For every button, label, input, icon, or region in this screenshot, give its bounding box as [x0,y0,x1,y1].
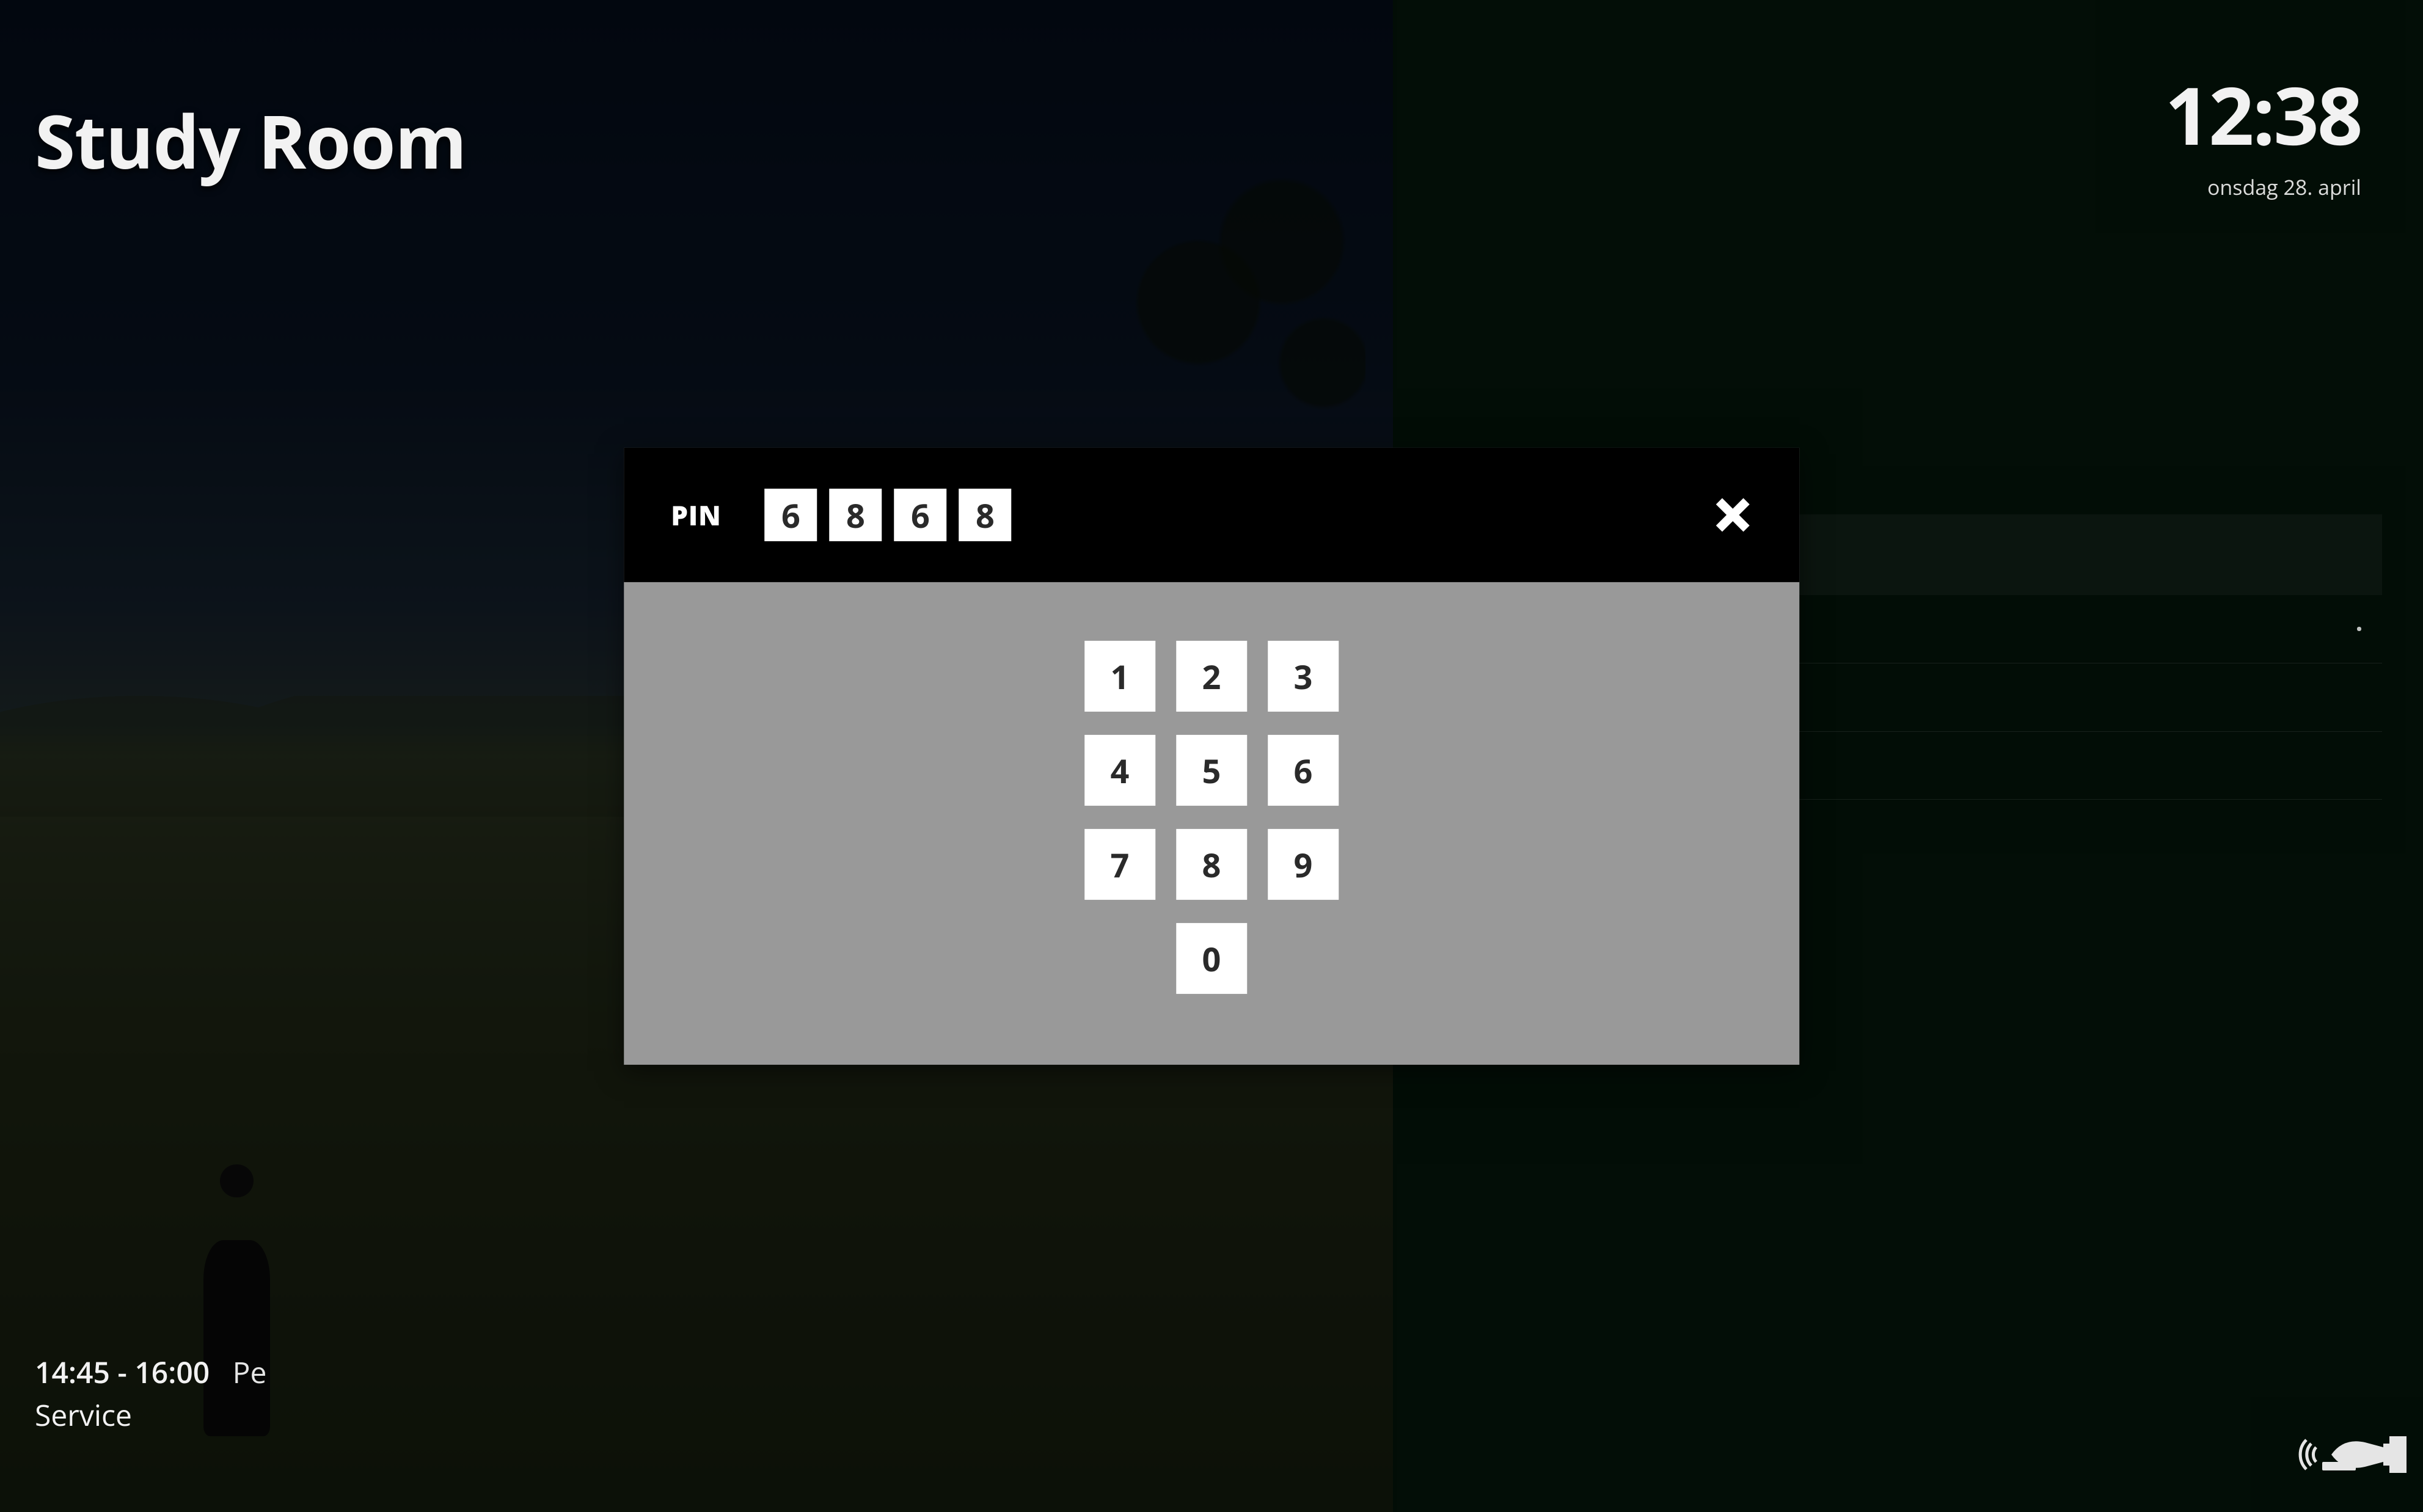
keypad-key-5[interactable]: 5 [1176,735,1247,806]
agenda-row-indicator-dot [2357,627,2361,630]
keypad-key-2[interactable]: 2 [1176,641,1247,712]
keypad-key-6[interactable]: 6 [1268,735,1339,806]
keypad-key-7[interactable]: 7 [1084,829,1155,900]
keypad: 1234567890 [624,582,1799,1065]
keypad-row: 456 [1084,735,1339,806]
pin-modal: PIN 6 8 6 8 1234567890 [624,447,1799,1064]
pin-header: PIN 6 8 6 8 [624,447,1799,582]
pin-digits: 6 8 6 8 [764,489,1011,541]
pin-digit-1: 6 [764,489,817,541]
keypad-key-8[interactable]: 8 [1176,829,1247,900]
keypad-row: 123 [1084,641,1339,712]
clock-time: 12:38 [2165,60,2361,169]
screen: Study Room 14:45 - 16:00 Pe Service 12:3… [0,0,2423,1512]
keypad-row: 0 [1176,923,1247,994]
close-icon [1713,495,1752,535]
keypad-row: 789 [1084,829,1339,900]
clock-date: onsdag 28. april [2165,173,2361,201]
keypad-key-4[interactable]: 4 [1084,735,1155,806]
keypad-key-3[interactable]: 3 [1268,641,1339,712]
keypad-key-0[interactable]: 0 [1176,923,1247,994]
next-meeting-organizer: Pe [233,1353,267,1392]
keypad-key-1[interactable]: 1 [1084,641,1155,712]
next-meeting: 14:45 - 16:00 Pe Service [35,1351,266,1436]
pin-label: PIN [671,497,721,533]
pin-digit-4: 8 [959,489,1011,541]
keypad-key-9[interactable]: 9 [1268,829,1339,900]
next-meeting-time: 14:45 - 16:00 [35,1353,210,1392]
pin-digit-3: 6 [894,489,946,541]
pin-digit-2: 8 [829,489,882,541]
clock: 12:38 onsdag 28. april [2165,60,2361,201]
room-title: Study Room [35,91,466,191]
close-button[interactable] [1713,495,1752,535]
next-meeting-line1: 14:45 - 16:00 Pe [35,1351,266,1394]
nfc-tap-icon[interactable] [2298,1430,2408,1482]
next-meeting-line2: Service [35,1394,266,1437]
